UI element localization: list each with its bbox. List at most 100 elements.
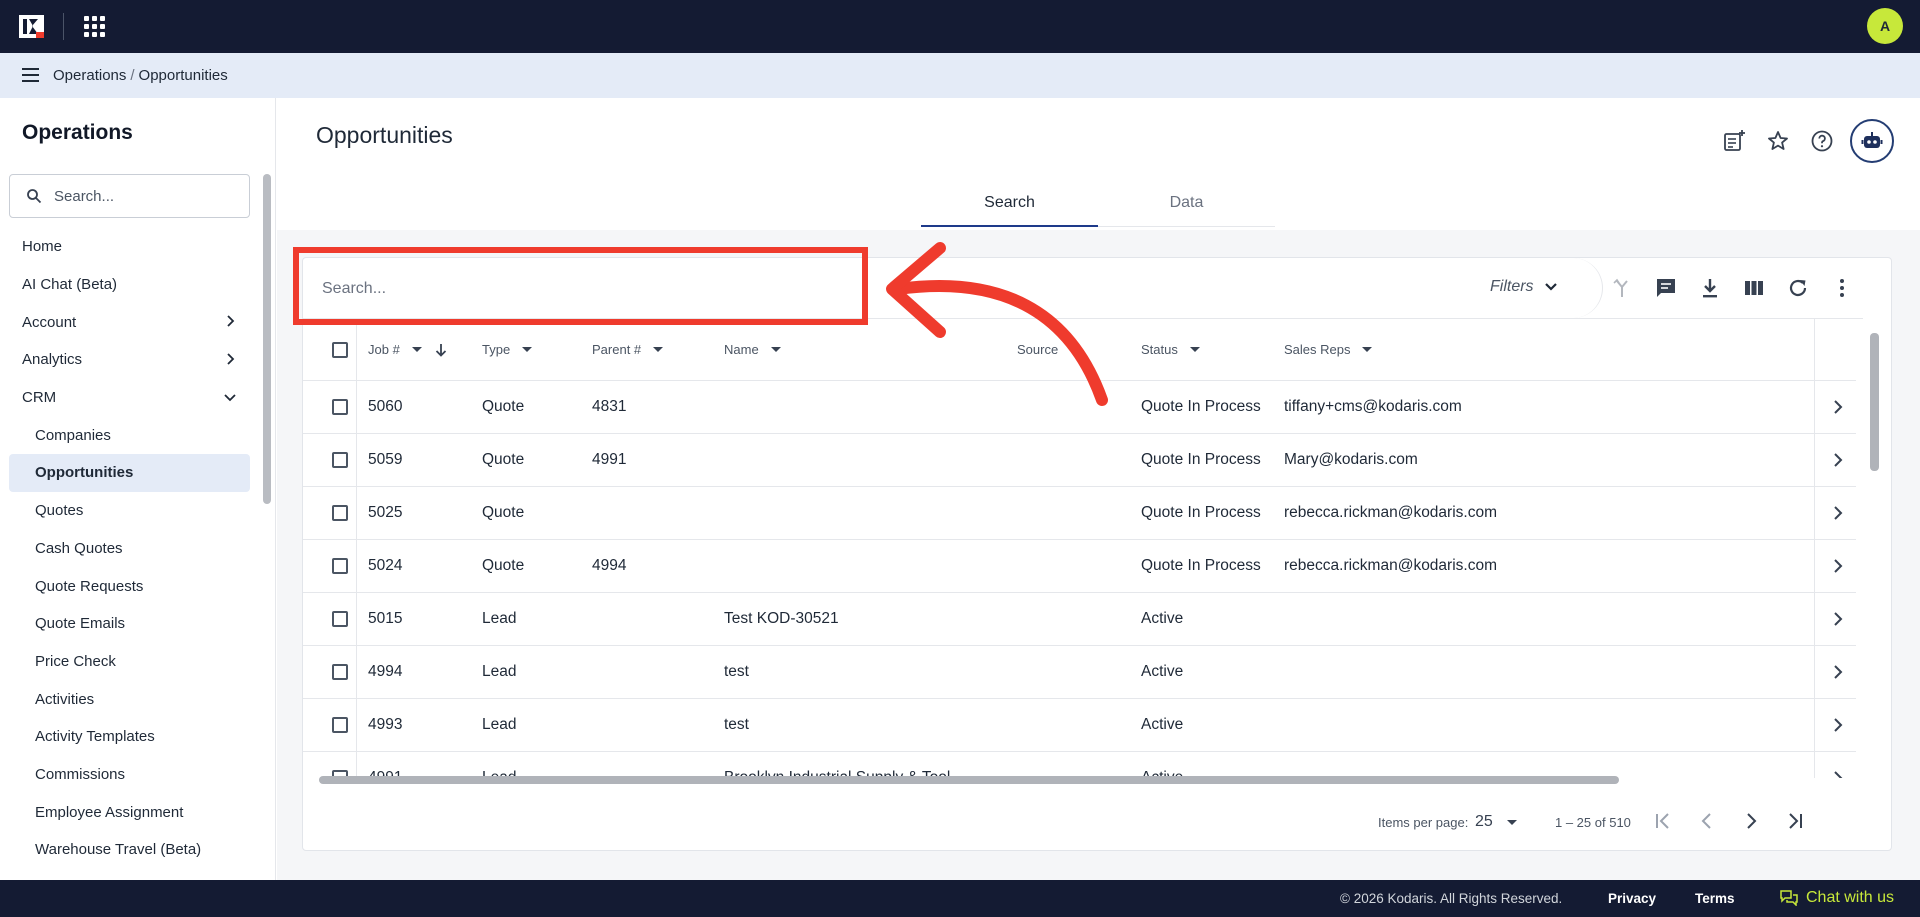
col-header-reps[interactable]: Sales Reps	[1284, 319, 1373, 380]
comment-icon[interactable]	[1654, 276, 1678, 300]
sidebar-item-cash-quotes[interactable]: Cash Quotes	[0, 530, 260, 568]
sidebar-item-activities[interactable]: Activities	[0, 680, 260, 718]
cell-name: Test KOD-30521	[724, 610, 839, 627]
user-avatar[interactable]: A	[1867, 8, 1903, 44]
tab-search[interactable]: Search	[921, 184, 1098, 227]
col-header-label: Sales Reps	[1284, 342, 1351, 357]
sidebar-item-employee-assignment[interactable]: Employee Assignment	[0, 793, 260, 831]
filters-button[interactable]: Filters	[1490, 278, 1558, 296]
last-page-icon[interactable]	[1783, 809, 1807, 833]
ai-assistant-button[interactable]	[1850, 119, 1894, 163]
columns-icon[interactable]	[1742, 276, 1766, 300]
caret-down-icon[interactable]	[411, 347, 422, 352]
column-divider	[1814, 381, 1815, 433]
table-row[interactable]: 4991 Lead Brooklyn Industrial Supply & Too…	[303, 752, 1856, 778]
column-divider	[356, 434, 357, 486]
row-checkbox[interactable]	[332, 505, 348, 521]
sidebar-item-ai-chat[interactable]: AI Chat (Beta)	[0, 266, 260, 304]
table-row[interactable]: 5025 Quote Quote In Process rebecca.rickman…	[303, 487, 1856, 540]
sidebar-item-account[interactable]: Account	[0, 303, 260, 341]
sidebar-item-home[interactable]: Home	[0, 228, 260, 266]
kodaris-logo[interactable]	[19, 15, 44, 38]
merge-icon[interactable]	[1610, 276, 1634, 300]
cell-type: Lead	[482, 663, 517, 680]
sidebar-item-analytics[interactable]: Analytics	[0, 341, 260, 379]
caret-down-icon[interactable]	[522, 347, 533, 352]
table-row[interactable]: 4993 Lead test Active	[303, 699, 1856, 752]
cell-type: Quote	[482, 504, 525, 521]
caret-down-icon[interactable]	[653, 347, 664, 352]
row-checkbox[interactable]	[332, 558, 348, 574]
col-header-status[interactable]: Status	[1141, 319, 1200, 380]
row-checkbox[interactable]	[332, 717, 348, 733]
row-checkbox[interactable]	[332, 399, 348, 415]
more-vert-icon[interactable]	[1830, 276, 1854, 300]
table-vertical-scrollbar[interactable]	[1870, 333, 1879, 471]
sidebar-search-input[interactable]	[54, 187, 234, 205]
row-checkbox[interactable]	[332, 664, 348, 680]
sidebar-item-companies[interactable]: Companies	[0, 416, 260, 454]
col-header-job[interactable]: Job #	[368, 319, 448, 380]
cell-type: Quote	[482, 557, 525, 574]
next-page-icon[interactable]	[1739, 809, 1763, 833]
chevron-right-icon[interactable]	[1833, 453, 1843, 467]
select-all-checkbox[interactable]	[332, 341, 348, 358]
chevron-right-icon[interactable]	[1833, 400, 1843, 414]
prev-page-icon[interactable]	[1695, 809, 1719, 833]
add-note-icon[interactable]	[1722, 129, 1746, 153]
items-per-page-label: Items per page:	[1378, 815, 1469, 830]
help-icon[interactable]	[1810, 129, 1834, 153]
download-icon[interactable]	[1698, 276, 1722, 300]
terms-link[interactable]: Terms	[1695, 891, 1735, 906]
privacy-link[interactable]: Privacy	[1608, 891, 1656, 906]
refresh-icon[interactable]	[1786, 276, 1810, 300]
sidebar-item-commissions[interactable]: Commissions	[0, 756, 260, 794]
cell-type: Lead	[482, 769, 517, 778]
apps-grid-icon[interactable]	[84, 16, 105, 37]
header-actions	[1722, 119, 1894, 163]
menu-icon[interactable]	[22, 68, 39, 82]
sidebar-item-quotes[interactable]: Quotes	[0, 492, 260, 530]
column-divider	[1814, 487, 1815, 539]
tab-data[interactable]: Data	[1098, 184, 1275, 227]
first-page-icon[interactable]	[1651, 809, 1675, 833]
table-row[interactable]: 5015 Lead Test KOD-30521 Active	[303, 593, 1856, 646]
caret-down-icon[interactable]	[770, 347, 781, 352]
sidebar-item-crm[interactable]: CRM	[0, 379, 260, 417]
robot-icon	[1861, 132, 1883, 148]
table-row[interactable]: 5024 Quote 4994 Quote In Process rebecca.ric…	[303, 540, 1856, 593]
col-header-parent[interactable]: Parent #	[592, 319, 664, 380]
items-per-page-select[interactable]: 25	[1475, 813, 1517, 831]
column-divider	[1814, 699, 1815, 751]
row-checkbox[interactable]	[332, 611, 348, 627]
sidebar-item-activity-templates[interactable]: Activity Templates	[0, 718, 260, 756]
chevron-right-icon[interactable]	[1833, 506, 1843, 520]
sidebar-item-quote-emails[interactable]: Quote Emails	[0, 605, 260, 643]
table-row[interactable]: 5059 Quote 4991 Quote In Process Mary@kodari…	[303, 434, 1856, 487]
chevron-right-icon[interactable]	[1833, 612, 1843, 626]
chevron-right-icon[interactable]	[1833, 718, 1843, 732]
sidebar-scrollbar[interactable]	[263, 174, 271, 504]
column-divider	[1814, 593, 1815, 645]
sort-desc-icon[interactable]	[434, 342, 448, 358]
caret-down-icon[interactable]	[1362, 347, 1373, 352]
cell-status: Active	[1141, 610, 1184, 627]
sidebar-item-quote-requests[interactable]: Quote Requests	[0, 567, 260, 605]
chevron-right-icon[interactable]	[1833, 771, 1843, 778]
sidebar-item-opportunities[interactable]: Opportunities	[9, 454, 250, 492]
caret-down-icon[interactable]	[1189, 347, 1200, 352]
star-icon[interactable]	[1766, 129, 1790, 153]
table-row[interactable]: 4994 Lead test Active	[303, 646, 1856, 699]
sidebar-item-price-check[interactable]: Price Check	[0, 643, 260, 681]
table-horizontal-scrollbar[interactable]	[319, 776, 1619, 784]
col-header-type[interactable]: Type	[482, 319, 533, 380]
col-header-name[interactable]: Name	[724, 319, 781, 380]
breadcrumb-section[interactable]: Operations	[53, 67, 126, 84]
chevron-right-icon[interactable]	[1833, 559, 1843, 573]
chat-with-us-button[interactable]: Chat with us	[1780, 889, 1894, 907]
row-checkbox[interactable]	[332, 452, 348, 468]
chevron-right-icon[interactable]	[1833, 665, 1843, 679]
sidebar-item-label: Quotes	[35, 502, 84, 520]
cell-job: 5015	[368, 610, 403, 627]
sidebar-item-warehouse-travel[interactable]: Warehouse Travel (Beta)	[0, 831, 260, 869]
